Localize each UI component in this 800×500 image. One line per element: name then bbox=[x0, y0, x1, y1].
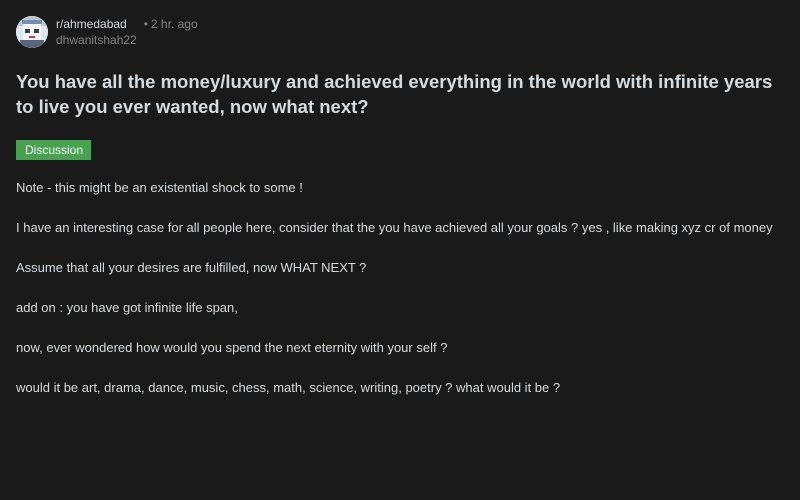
author-link[interactable]: dhwanitshah22 bbox=[56, 33, 198, 47]
body-paragraph: add on : you have got infinite life span… bbox=[16, 300, 238, 315]
meta-top: r/ahmedabad • 2 hr. ago bbox=[56, 16, 198, 32]
post-body: Note - this might be an existential shoc… bbox=[16, 179, 800, 419]
flair-badge[interactable]: Discussion bbox=[16, 140, 91, 160]
post-card: r/ahmedabad • 2 hr. ago dhwanitshah22 You… bbox=[16, 16, 800, 395]
time-ago: 2 hr. ago bbox=[150, 17, 198, 31]
subreddit-link[interactable]: r/ahmedabad bbox=[56, 17, 127, 31]
body-paragraph: now, ever wondered how would you spend t… bbox=[16, 340, 448, 355]
meta-text: r/ahmedabad • 2 hr. ago dhwanitshah22 bbox=[56, 16, 198, 47]
post-meta: r/ahmedabad • 2 hr. ago dhwanitshah22 bbox=[16, 16, 800, 48]
subreddit-avatar-icon[interactable] bbox=[16, 16, 48, 48]
post-time: • 2 hr. ago bbox=[144, 17, 198, 31]
separator-dot: • bbox=[143, 17, 148, 31]
body-paragraph: Assume that all your desires are fulfill… bbox=[16, 260, 367, 275]
body-paragraph: I have an interesting case for all peopl… bbox=[16, 220, 773, 235]
body-paragraph: Note - this might be an existential shoc… bbox=[16, 180, 303, 195]
post-title[interactable]: You have all the money/luxury and achiev… bbox=[16, 69, 786, 119]
body-paragraph: would it be art, drama, dance, music, ch… bbox=[16, 380, 561, 395]
